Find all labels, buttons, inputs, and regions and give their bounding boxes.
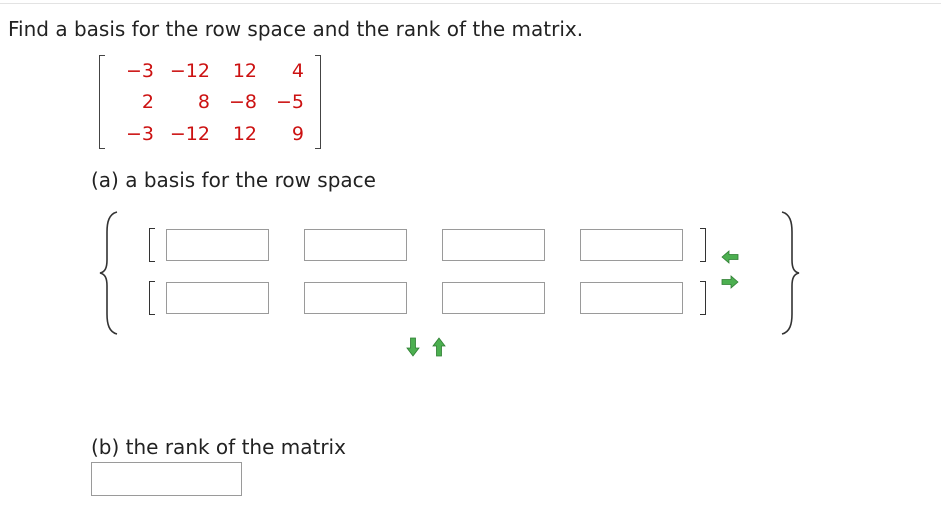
- row-left-bracket: [149, 228, 155, 262]
- basis-entry-input[interactable]: [580, 229, 683, 261]
- arrow-left-icon[interactable]: [721, 250, 739, 264]
- matrix-cell: 12: [232, 60, 257, 82]
- matrix-cell: −12: [169, 123, 210, 145]
- row-right-bracket: [700, 228, 706, 262]
- basis-entry-input[interactable]: [166, 229, 269, 261]
- matrix-left-bracket: [99, 55, 105, 149]
- arrow-down-icon[interactable]: [406, 337, 420, 357]
- matrix-cell: −8: [228, 91, 257, 113]
- basis-entry-input[interactable]: [442, 229, 545, 261]
- row-right-bracket: [700, 281, 706, 315]
- right-brace-icon: [781, 211, 800, 335]
- arrow-up-icon[interactable]: [432, 337, 446, 357]
- matrix-cell: 12: [232, 123, 257, 145]
- part-b-label: (b) the rank of the matrix: [91, 435, 346, 459]
- given-matrix: −3 −12 12 4 2 8 −8 −5 −3 −12 12 9: [99, 55, 321, 149]
- basis-entry-input[interactable]: [304, 282, 407, 314]
- basis-entry-input[interactable]: [166, 282, 269, 314]
- part-a-label: (a) a basis for the row space: [91, 168, 376, 192]
- matrix-cell: −5: [275, 91, 304, 113]
- matrix-cell: −3: [125, 123, 154, 145]
- matrix-cell: 4: [291, 60, 304, 82]
- matrix-cell: −3: [125, 60, 154, 82]
- basis-entry-input[interactable]: [442, 282, 545, 314]
- top-divider: [0, 3, 941, 4]
- matrix-cell: −12: [169, 60, 210, 82]
- matrix-cell: 2: [141, 91, 154, 113]
- basis-entry-input[interactable]: [304, 229, 407, 261]
- question-text: Find a basis for the row space and the r…: [8, 17, 584, 41]
- basis-entry-input[interactable]: [580, 282, 683, 314]
- matrix-cell: 9: [291, 123, 304, 145]
- row-left-bracket: [149, 281, 155, 315]
- arrow-right-icon[interactable]: [721, 275, 739, 289]
- rank-input[interactable]: [91, 462, 242, 496]
- matrix-cell: 8: [197, 91, 210, 113]
- left-brace-icon: [99, 211, 118, 335]
- matrix-right-bracket: [315, 55, 321, 149]
